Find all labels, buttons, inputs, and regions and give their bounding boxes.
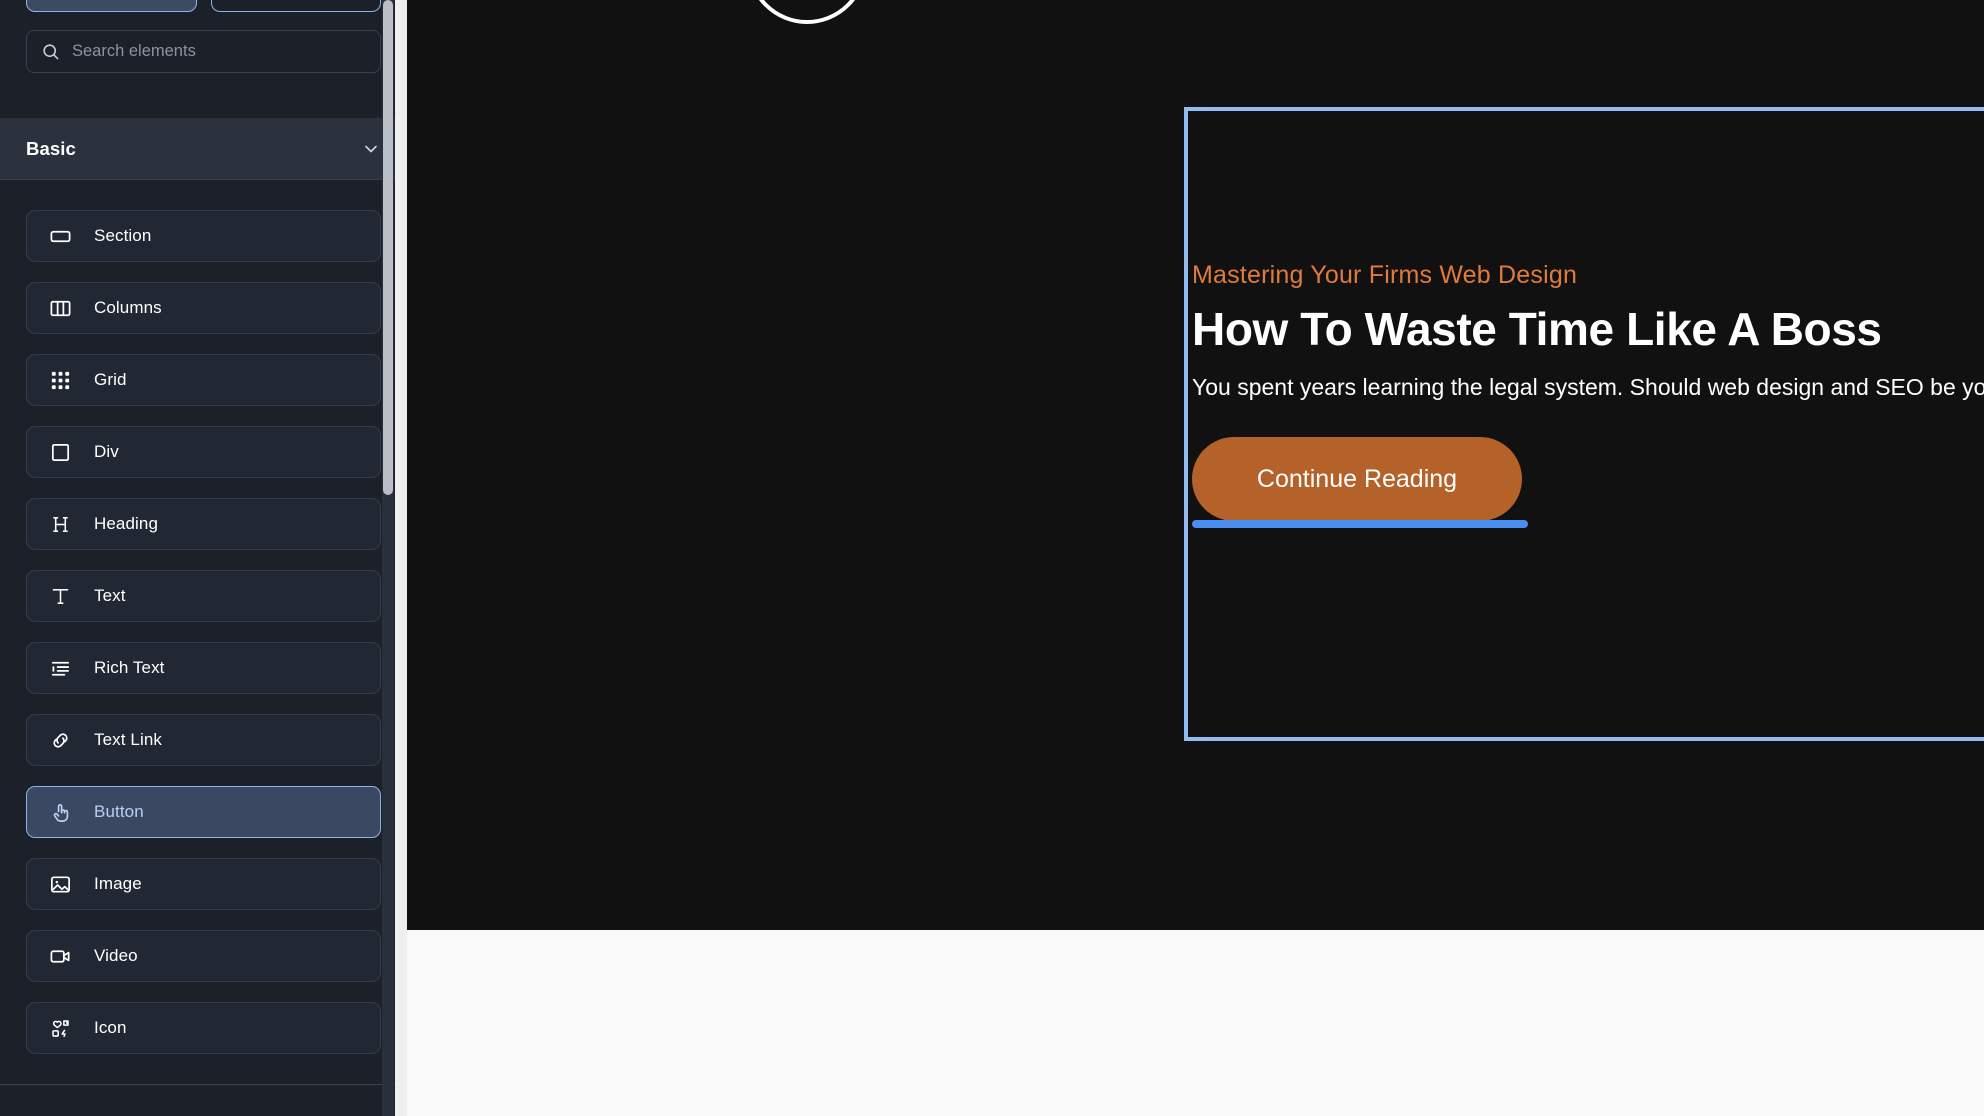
search-field[interactable] [26,30,381,73]
elements-panel: Basic Section [0,0,407,1116]
hero-title: How To Waste Time Like A Boss [1192,303,1882,355]
section-icon [49,225,72,248]
drop-indicator [1192,520,1528,529]
element-item-label: Div [94,442,119,461]
element-item-label: Grid [94,370,127,389]
panel-scrollbar-thumb[interactable] [383,0,393,495]
design-canvas[interactable]: Mastering Your Firms Web Design How To W… [407,0,1984,1116]
link-icon [49,729,72,752]
element-item-label: Rich Text [94,658,165,677]
element-item-div[interactable]: Div [26,426,381,478]
element-item-label: Icon [94,1018,127,1037]
hero-selection-box[interactable]: Mastering Your Firms Web Design How To W… [1184,107,1984,741]
window-scrollbar[interactable] [395,0,407,1116]
element-item-label: Heading [94,514,159,533]
element-item-text[interactable]: Text [26,570,381,622]
group-header-basic[interactable]: Basic [0,118,407,180]
group-title: Basic [26,137,76,159]
columns-icon [49,297,72,320]
rich-text-icon [49,657,72,680]
text-icon [49,585,72,608]
element-item-rich-text[interactable]: Rich Text [26,642,381,694]
element-item-label: Text [94,586,126,605]
video-icon [49,945,72,968]
hero-subtitle: You spent years learning the legal syste… [1192,374,1984,400]
element-item-label: Columns [94,298,162,317]
panel-tab-row [0,0,407,12]
element-item-icon[interactable]: Icon [26,1002,381,1054]
element-list: Section Columns Grid Div Heading Text Ri… [0,186,407,1086]
sticker-icon [49,1017,72,1040]
element-item-button[interactable]: Button [26,786,381,838]
element-item-columns[interactable]: Columns [26,282,381,334]
search-icon [41,42,60,61]
element-item-label: Image [94,874,142,893]
element-item-label: Button [94,802,144,821]
div-icon [49,441,72,464]
panel-footer [0,1084,407,1116]
element-item-label: Section [94,226,152,245]
hero-content: Mastering Your Firms Web Design How To W… [1188,261,1984,529]
element-item-label: Text Link [94,730,162,749]
hero-eyebrow: Mastering Your Firms Web Design [1192,261,1578,289]
grid-icon [49,369,72,392]
element-item-image[interactable]: Image [26,858,381,910]
image-icon [49,873,72,896]
app-root: Basic Section [0,0,1984,1116]
element-item-grid[interactable]: Grid [26,354,381,406]
chevron-down-icon[interactable] [361,139,381,159]
cta-container: Continue Reading [1192,437,1528,529]
element-item-heading[interactable]: Heading [26,498,381,550]
pointer-hand-icon [49,801,72,824]
tab-elements[interactable] [26,0,197,12]
element-item-text-link[interactable]: Text Link [26,714,381,766]
element-item-section[interactable]: Section [26,210,381,262]
element-item-video[interactable]: Video [26,930,381,982]
tab-layers[interactable] [210,0,381,12]
heading-icon [49,513,72,536]
search-input[interactable] [72,42,366,61]
element-item-label: Video [94,946,138,965]
continue-reading-button[interactable]: Continue Reading [1192,437,1522,522]
